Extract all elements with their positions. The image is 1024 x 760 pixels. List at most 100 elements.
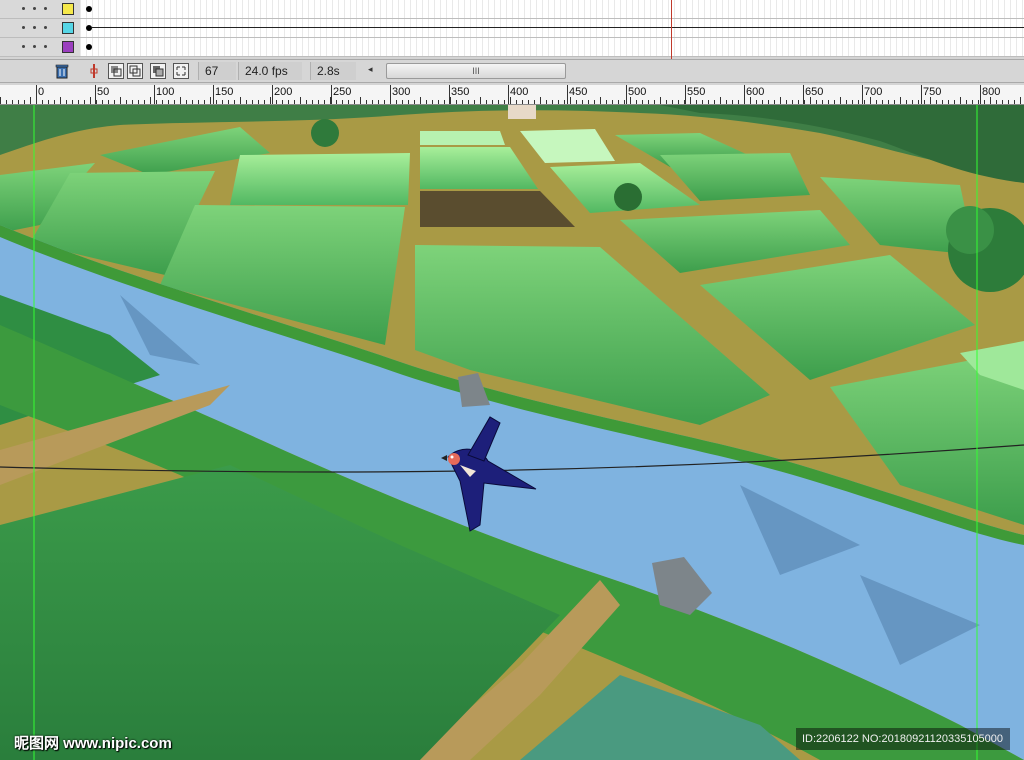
layer-frames[interactable] [80,0,1024,19]
timeline-horizontal-scrollbar[interactable]: III [386,63,566,79]
onion-skin-icon[interactable] [108,63,124,79]
ruler-minor-tick [1014,100,1015,104]
playhead[interactable] [671,0,672,59]
ruler-major-tick [862,85,863,104]
ruler-minor-tick [978,100,979,104]
ruler-minor-tick [516,100,517,104]
ruler-minor-tick [264,100,265,104]
ruler-minor-tick [198,100,199,104]
ruler-minor-tick [102,100,103,104]
trash-icon[interactable] [54,63,70,79]
ruler-minor-tick [84,100,85,104]
ruler-minor-tick [768,100,769,104]
ruler-minor-tick [504,100,505,104]
ruler-minor-tick [426,100,427,104]
center-frame-icon[interactable] [86,63,102,79]
ruler-minor-tick [564,100,565,104]
onion-skin-outlines-icon[interactable] [127,63,143,79]
ruler-minor-tick [624,100,625,104]
paddy-field [230,153,410,205]
ruler-minor-tick [618,100,619,104]
ruler-minor-tick [606,100,607,104]
visibility-dot[interactable] [22,45,25,48]
motion-tween-line [92,27,1024,28]
ruler-minor-tick [810,97,811,104]
ruler-minor-tick [822,100,823,104]
scrollbar-grip-icon[interactable]: III [472,66,480,76]
ruler-minor-tick [588,100,589,104]
ruler-minor-tick [228,100,229,104]
ruler-minor-tick [648,100,649,104]
ruler-minor-tick [912,100,913,104]
rice-field-scene [0,105,1024,760]
ruler-minor-tick [876,100,877,104]
keyframe[interactable] [86,25,92,31]
ruler-minor-tick [936,100,937,104]
ruler-minor-tick [744,100,745,104]
ruler-minor-tick [582,100,583,104]
ruler-minor-tick [42,100,43,104]
ruler-minor-tick [816,100,817,104]
current-frame-field[interactable]: 67 [198,62,236,80]
ruler-minor-tick [1008,100,1009,104]
scroll-left-arrow-icon[interactable]: ◂ [368,64,373,75]
ruler-minor-tick [450,97,451,104]
layer-row[interactable] [0,19,1024,38]
ruler-label: 350 [451,86,470,98]
ruler-minor-tick [702,100,703,104]
frame-rate-field[interactable]: 24.0 fps [238,62,302,80]
ruler-minor-tick [378,100,379,104]
lock-dot[interactable] [33,45,36,48]
visibility-dot[interactable] [22,7,25,10]
visibility-dot[interactable] [22,26,25,29]
edit-multiple-frames-icon[interactable] [150,63,166,79]
ruler-minor-tick [216,100,217,104]
ruler-minor-tick [348,100,349,104]
tree-cluster [946,206,994,254]
keyframe[interactable] [86,6,92,12]
stage-canvas[interactable] [0,105,1024,760]
ruler-label: 300 [392,86,411,98]
ruler-minor-tick [444,100,445,104]
layer-color-swatch[interactable] [62,41,74,53]
modify-markers-icon[interactable] [173,63,189,79]
ruler-major-tick [213,85,214,104]
ruler-minor-tick [972,100,973,104]
ruler-minor-tick [18,100,19,104]
layer-header[interactable] [0,38,80,57]
ruler-major-tick [567,85,568,104]
layer-color-swatch[interactable] [62,3,74,15]
outline-dot[interactable] [44,7,47,10]
ruler-minor-tick [852,100,853,104]
ruler-minor-tick [138,100,139,104]
layer-row[interactable] [0,0,1024,19]
ruler-minor-tick [828,100,829,104]
ruler-minor-tick [276,100,277,104]
ruler-minor-tick [540,97,541,104]
outline-dot[interactable] [44,26,47,29]
ruler-minor-tick [456,100,457,104]
outline-dot[interactable] [44,45,47,48]
layer-header[interactable] [0,19,80,38]
ruler-minor-tick [546,100,547,104]
lock-dot[interactable] [33,7,36,10]
layer-row[interactable] [0,38,1024,57]
ruler-minor-tick [60,97,61,104]
layer-frames[interactable] [80,19,1024,38]
lock-dot[interactable] [33,26,36,29]
ruler-minor-tick [318,100,319,104]
ruler-minor-tick [462,100,463,104]
layer-header[interactable] [0,0,80,19]
ruler-minor-tick [732,100,733,104]
ruler-minor-tick [12,100,13,104]
keyframe[interactable] [86,44,92,50]
layer-color-swatch[interactable] [62,22,74,34]
layer-frames[interactable] [80,38,1024,57]
ruler-minor-tick [0,97,1,104]
distant-house [508,105,536,119]
ruler-minor-tick [420,97,421,104]
timeline-toolbar: 67 24.0 fps 2.8s ◂ III [0,59,1024,83]
ruler-minor-tick [288,100,289,104]
ruler-minor-tick [840,97,841,104]
ruler-minor-tick [144,100,145,104]
